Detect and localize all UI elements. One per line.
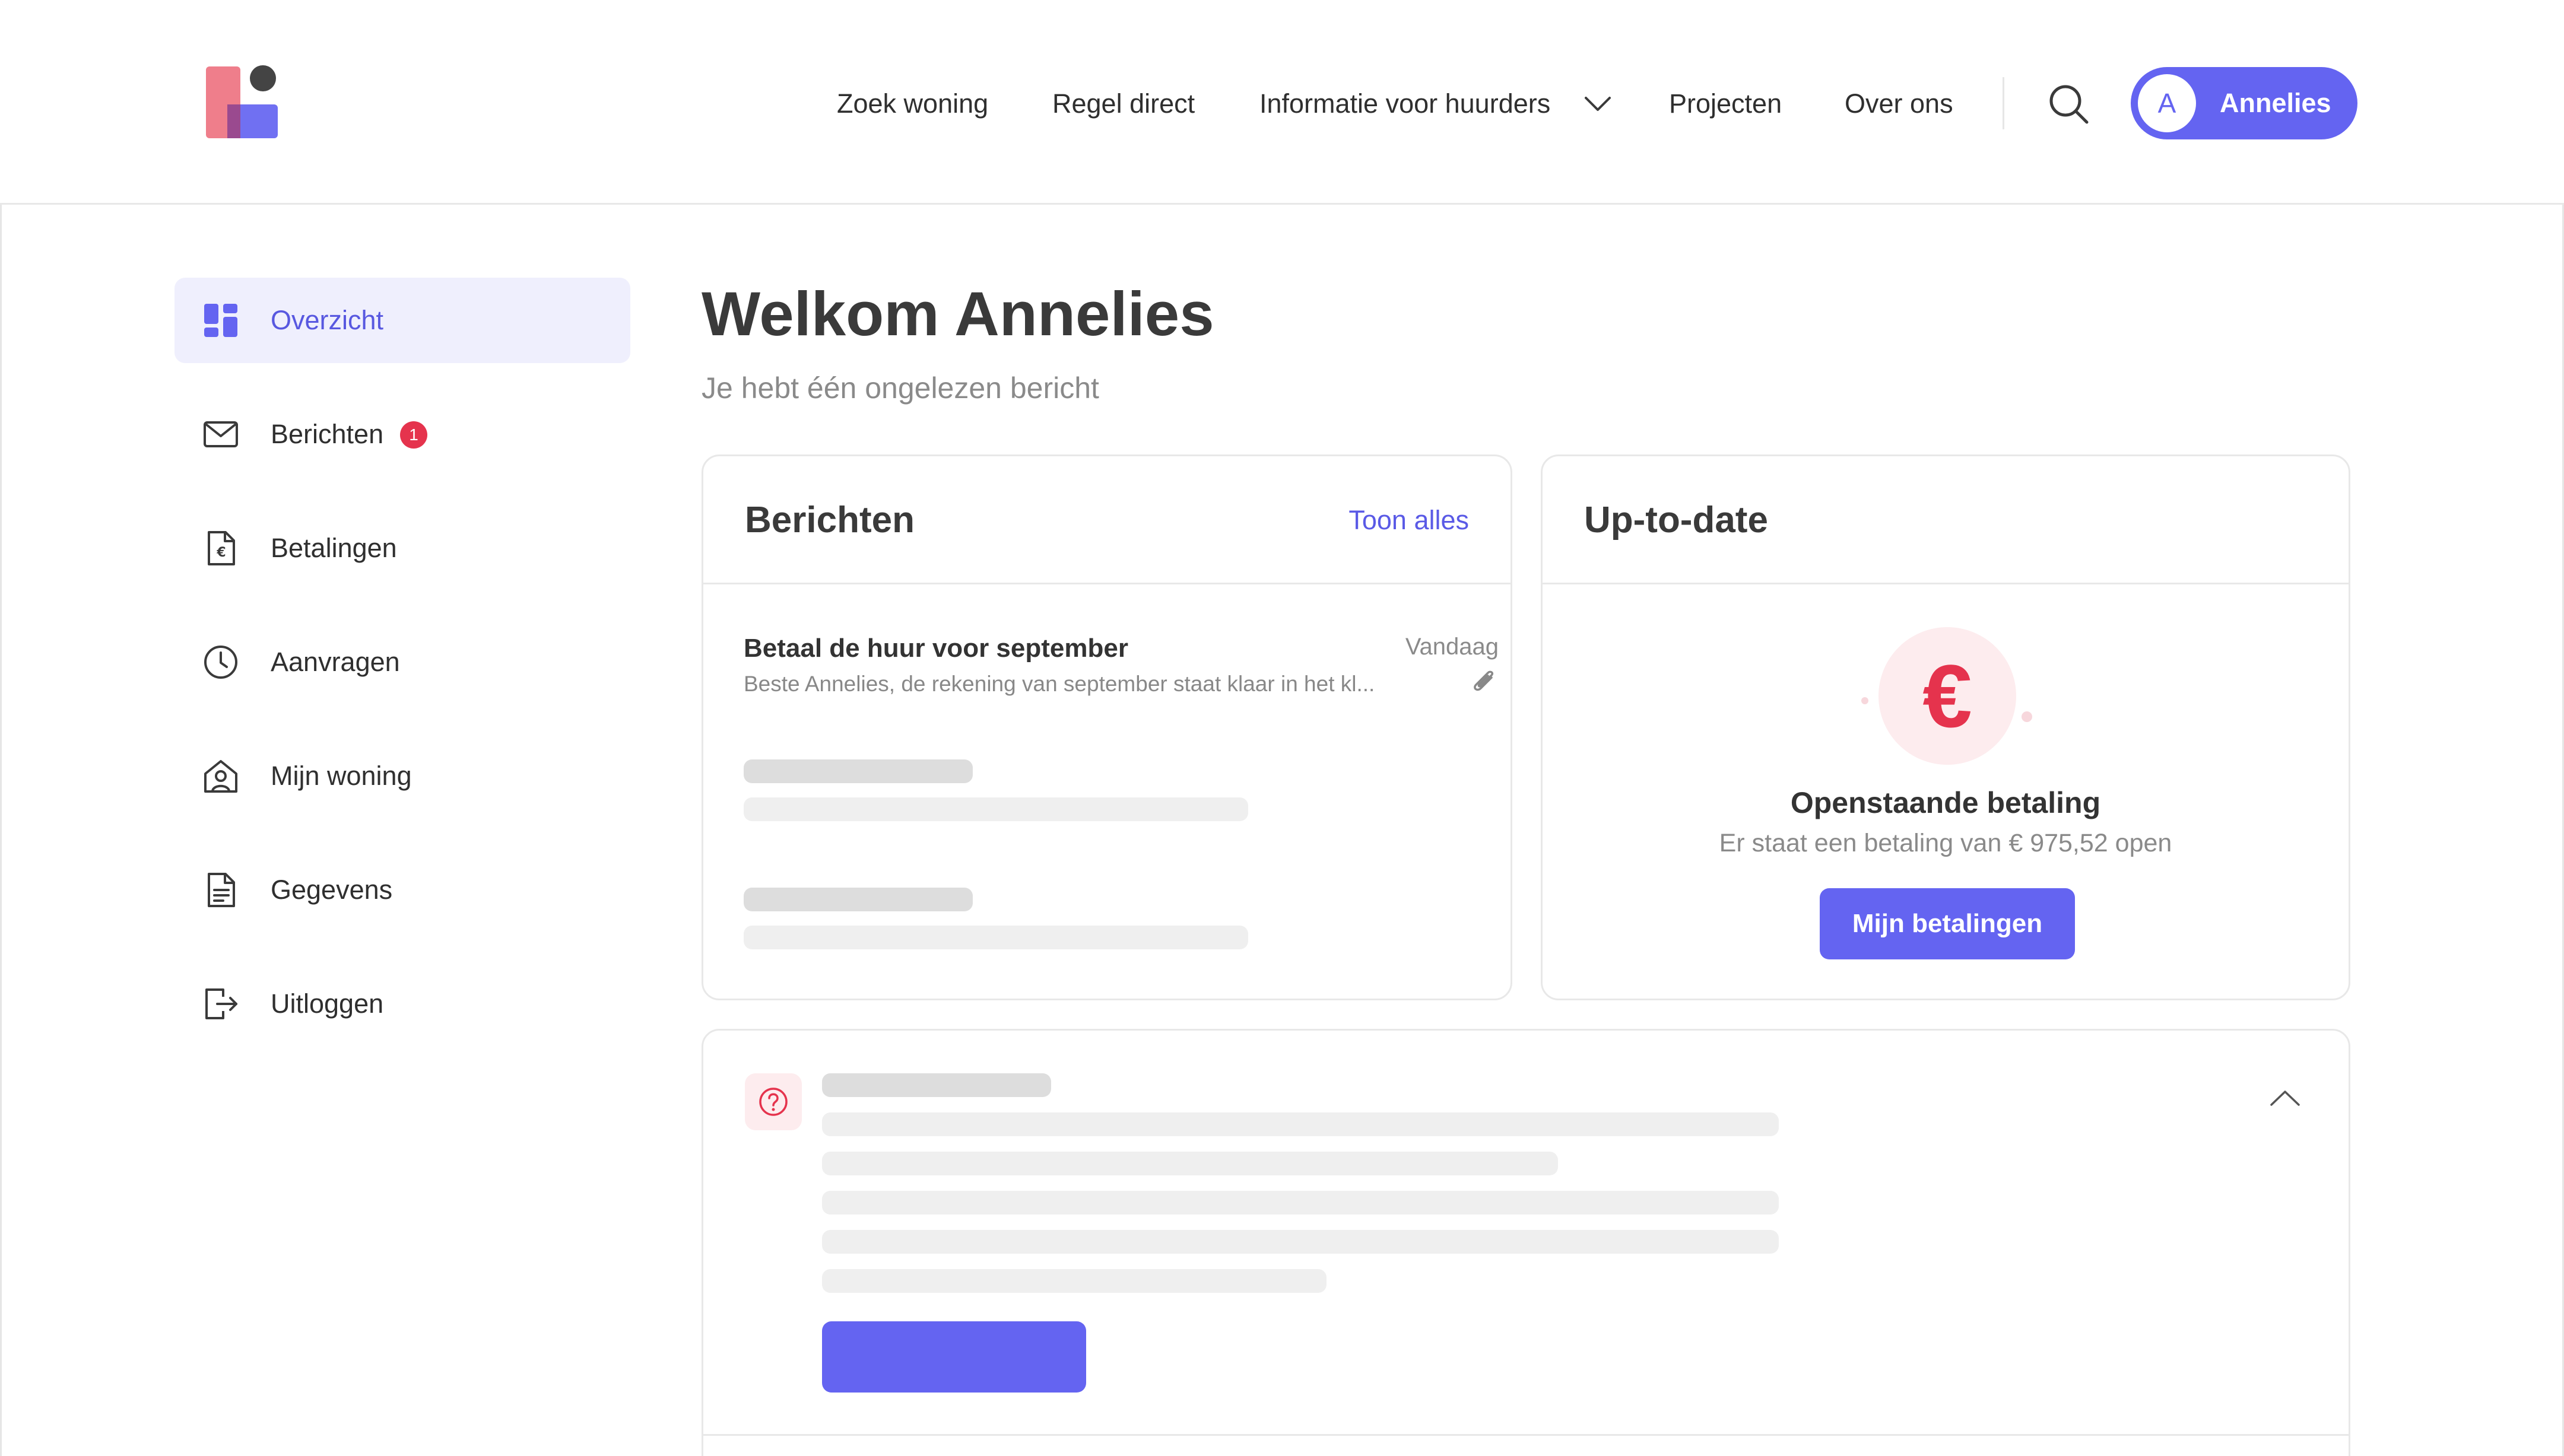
message-title: Betaal de huur voor september: [744, 634, 1128, 663]
card-header: Up-to-date: [1543, 456, 2349, 584]
sidebar-item-label: Berichten: [271, 419, 384, 449]
info-card: [702, 1029, 2350, 1456]
message-preview: Beste Annelies, de rekening van septembe…: [744, 672, 1375, 696]
sidebar-item-betalingen[interactable]: € Betalingen: [174, 506, 630, 591]
euro-icon: €: [1878, 627, 2016, 765]
page-title: Welkom Annelies: [702, 279, 1214, 349]
help-icon: [745, 1073, 802, 1130]
sidebar-item-aanvragen[interactable]: Aanvragen: [174, 619, 630, 705]
skeleton-line: [822, 1191, 1779, 1215]
logout-icon: [205, 988, 237, 1019]
card-header: Berichten Toon alles: [703, 456, 1511, 584]
chevron-up-icon[interactable]: [2269, 1087, 2301, 1108]
chevron-down-icon[interactable]: [1584, 92, 1612, 116]
decor-dot: [1861, 697, 1868, 704]
payments-button[interactable]: Mijn betalingen: [1820, 888, 2075, 959]
dashboard-icon: [204, 304, 237, 337]
unread-badge: 1: [400, 421, 427, 449]
sidebar-item-label: Overzicht: [271, 305, 384, 335]
sidebar-item-label: Mijn woning: [271, 761, 412, 791]
decor-dot: [2022, 711, 2032, 722]
skeleton-line: [744, 926, 1248, 949]
skeleton-button[interactable]: [822, 1321, 1086, 1393]
divider: [703, 1434, 2349, 1436]
status-text: Er staat een betaling van € 975,52 open: [1719, 829, 2172, 857]
card-title: Berichten: [745, 500, 915, 541]
sidebar-item-overzicht[interactable]: Overzicht: [174, 278, 630, 363]
page-subtitle: Je hebt één ongelezen bericht: [702, 371, 1099, 405]
skeleton-line: [822, 1152, 1558, 1175]
euro-document-icon: €: [208, 531, 235, 565]
nav-informatie-voor-huurders[interactable]: Informatie voor huurders: [1259, 83, 1550, 125]
message-date: Vandaag: [1405, 634, 1499, 660]
nav-over-ons[interactable]: Over ons: [1845, 83, 1953, 125]
skeleton-line: [822, 1073, 1051, 1097]
nav-regel-direct[interactable]: Regel direct: [1052, 83, 1195, 125]
home-user-icon: [204, 760, 237, 793]
euro-icon-glyph: €: [1922, 646, 1972, 746]
skeleton-line: [822, 1269, 1327, 1293]
skeleton-line: [822, 1230, 1779, 1254]
status-title: Openstaande betaling: [1790, 786, 2101, 819]
logo-mark[interactable]: [205, 65, 279, 139]
paperclip-icon: [1474, 670, 1494, 691]
top-navigation: Zoek woning Regel direct Informatie voor…: [0, 0, 2564, 205]
nav-projecten[interactable]: Projecten: [1669, 83, 1782, 125]
svg-text:€: €: [216, 545, 226, 560]
sidebar-item-label: Aanvragen: [271, 647, 400, 677]
nav-divider: [2003, 77, 2004, 129]
avatar: A: [2138, 74, 2196, 132]
messages-card: Berichten Toon alles: [702, 454, 1512, 1000]
skeleton-line: [744, 759, 973, 783]
sidebar-item-label: Gegevens: [271, 875, 393, 905]
sidebar-item-mijn-woning[interactable]: Mijn woning: [174, 733, 630, 819]
user-name: Annelies: [2220, 88, 2331, 118]
sidebar-item-uitloggen[interactable]: Uitloggen: [174, 961, 630, 1047]
document-icon: [208, 873, 235, 907]
clock-icon: [204, 646, 237, 679]
user-menu-button[interactable]: A Annelies: [2131, 67, 2357, 139]
sidebar-item-berichten[interactable]: Berichten 1: [174, 392, 630, 477]
status-card: Up-to-date € Openstaande betaling Er sta…: [1541, 454, 2350, 1000]
sidebar-item-label: Uitloggen: [271, 988, 384, 1019]
skeleton-line: [744, 797, 1248, 821]
search-icon[interactable]: [2048, 83, 2089, 125]
nav-zoek-woning[interactable]: Zoek woning: [837, 83, 988, 125]
skeleton-line: [822, 1112, 1779, 1136]
sidebar-item-label: Betalingen: [271, 533, 397, 563]
show-all-link[interactable]: Toon alles: [1348, 456, 1469, 584]
skeleton-line: [744, 888, 973, 911]
mail-icon: [204, 421, 238, 447]
sidebar-item-gegevens[interactable]: Gegevens: [174, 847, 630, 933]
card-title: Up-to-date: [1584, 500, 1768, 541]
